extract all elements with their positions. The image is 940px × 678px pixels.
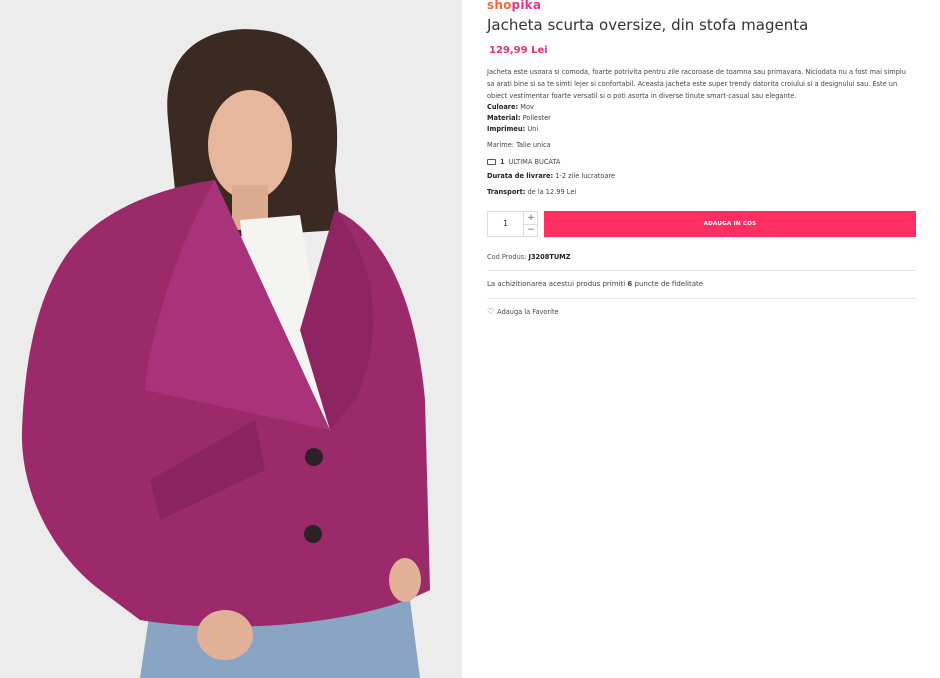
- loyalty-points-text: La achizitionarea acestui produs primiti: [487, 280, 626, 288]
- delivery-label: Durata de livrare:: [487, 172, 554, 180]
- loyalty-points-suffix: puncte de fidelitate: [634, 280, 704, 288]
- attribute-print-value: Uni: [527, 125, 539, 133]
- product-price: 129,99 Lei: [489, 45, 548, 56]
- attribute-material-label: Material:: [487, 114, 521, 122]
- stock-count: 1: [500, 158, 505, 166]
- product-image[interactable]: [0, 0, 462, 678]
- attribute-print: Imprimeu: Uni: [487, 125, 538, 133]
- transport-info: Transport: de la 12.99 Lei: [487, 188, 576, 196]
- brand-logo[interactable]: shopika: [487, 0, 541, 12]
- add-to-favorites-label: Adauga la Favorite: [497, 307, 559, 316]
- add-to-favorites-link[interactable]: ♡ Adauga la Favorite: [487, 307, 559, 316]
- divider: [487, 298, 916, 299]
- product-photo-illustration: [0, 0, 462, 678]
- heart-icon: ♡: [487, 307, 495, 316]
- size-info: Marime: Talie unica: [487, 141, 551, 149]
- divider: [487, 270, 916, 271]
- add-to-cart-button[interactable]: ADAUGA IN COS: [544, 211, 916, 237]
- attribute-color-label: Culoare:: [487, 103, 519, 111]
- brand-logo-part1: sho: [487, 0, 512, 12]
- attribute-color-value: Mov: [520, 103, 534, 111]
- loyalty-points: La achizitionarea acestui produs primiti…: [487, 280, 703, 288]
- attribute-print-label: Imprimeu:: [487, 125, 526, 133]
- transport-value: de la 12.99 Lei: [527, 188, 577, 196]
- brand-logo-part2: pika: [511, 0, 542, 12]
- delivery-info: Durata de livrare: 1-2 zile lucratoare: [487, 172, 615, 180]
- quantity-decrease-button[interactable]: −: [523, 224, 538, 236]
- stock-text: ULTIMA BUCATA: [508, 158, 561, 166]
- product-code-label: Cod Produs:: [487, 253, 527, 261]
- transport-label: Transport:: [487, 188, 526, 196]
- quantity-input[interactable]: 1: [488, 212, 523, 236]
- product-code: Cod Produs: J3208TUMZ: [487, 253, 571, 261]
- attribute-material: Material: Poliester: [487, 114, 551, 122]
- stock-status: 1 ULTIMA BUCATA: [487, 158, 560, 166]
- attribute-color: Culoare: Mov: [487, 103, 534, 111]
- product-title: Jacheta scurta oversize, din stofa magen…: [487, 16, 809, 34]
- delivery-value: 1-2 zile lucratoare: [555, 172, 616, 180]
- attribute-material-value: Poliester: [522, 114, 551, 122]
- product-code-value: J3208TUMZ: [528, 253, 571, 261]
- truck-icon: [487, 159, 496, 165]
- quantity-stepper: 1 + −: [487, 211, 538, 237]
- loyalty-points-value: 6: [627, 280, 633, 288]
- product-description: Jacheta este usoara si comoda, foarte po…: [487, 68, 906, 100]
